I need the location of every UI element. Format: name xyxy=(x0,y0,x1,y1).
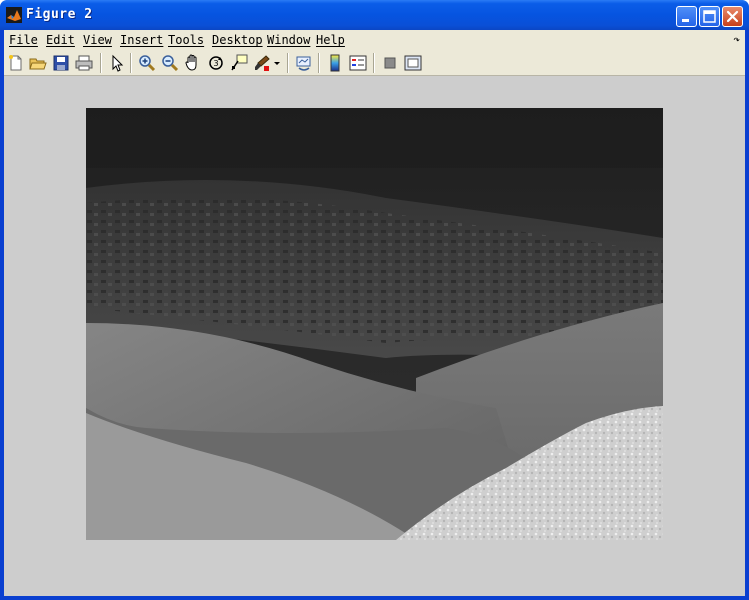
matlab-logo-icon xyxy=(6,7,22,23)
menu-view[interactable]: View xyxy=(83,33,112,47)
landscape-grayscale-image xyxy=(86,108,663,540)
close-icon xyxy=(726,10,739,23)
toolbar-separator xyxy=(287,53,289,73)
zoom-out-icon[interactable] xyxy=(160,53,180,73)
chevron-down-icon[interactable] xyxy=(272,53,282,73)
new-file-icon[interactable] xyxy=(6,53,26,73)
window-title: Figure 2 xyxy=(26,7,93,22)
hide-tools-icon[interactable] xyxy=(380,53,400,73)
menu-file[interactable]: File xyxy=(9,33,38,47)
hand-icon[interactable] xyxy=(183,53,203,73)
figure-canvas[interactable] xyxy=(4,77,745,596)
toolbar-separator xyxy=(318,53,320,73)
menu-bar: File Edit View Insert Tools Desktop Wind… xyxy=(4,30,745,50)
menu-window[interactable]: Window xyxy=(267,33,310,47)
maximize-icon xyxy=(703,10,716,23)
title-bar[interactable]: Figure 2 xyxy=(0,0,749,30)
show-tools-icon[interactable] xyxy=(403,53,423,73)
menu-desktop[interactable]: Desktop xyxy=(212,33,263,47)
minimize-icon xyxy=(682,19,689,22)
figure-toolbar: 3 xyxy=(4,50,745,76)
folder-open-icon[interactable] xyxy=(28,53,48,73)
menu-tools[interactable]: Tools xyxy=(168,33,204,47)
minimize-button[interactable] xyxy=(676,6,697,27)
data-cursor-icon[interactable] xyxy=(229,53,249,73)
close-button[interactable] xyxy=(722,6,743,27)
toolbar-separator xyxy=(100,53,102,73)
link-icon[interactable] xyxy=(294,53,314,73)
grayscale-image-axes[interactable] xyxy=(86,108,663,540)
figure-client-area: File Edit View Insert Tools Desktop Wind… xyxy=(4,30,745,596)
dock-arrow-icon[interactable]: ↷ xyxy=(733,33,740,46)
legend-icon[interactable] xyxy=(348,53,368,73)
zoom-in-icon[interactable] xyxy=(137,53,157,73)
menu-insert[interactable]: Insert xyxy=(120,33,163,47)
brush-icon[interactable] xyxy=(252,53,272,73)
colorbar-icon[interactable] xyxy=(325,53,345,73)
save-icon[interactable] xyxy=(51,53,71,73)
printer-icon[interactable] xyxy=(74,53,94,73)
svg-text:3: 3 xyxy=(213,59,218,68)
toolbar-separator xyxy=(373,53,375,73)
maximize-button[interactable] xyxy=(699,6,720,27)
menu-help[interactable]: Help xyxy=(316,33,345,47)
rotate-icon[interactable]: 3 xyxy=(206,53,226,73)
menu-edit[interactable]: Edit xyxy=(46,33,75,47)
figure-window: Figure 2 File Edit View Insert Tools Des… xyxy=(0,0,749,600)
arrow-pointer-icon[interactable] xyxy=(107,53,127,73)
toolbar-separator xyxy=(130,53,132,73)
